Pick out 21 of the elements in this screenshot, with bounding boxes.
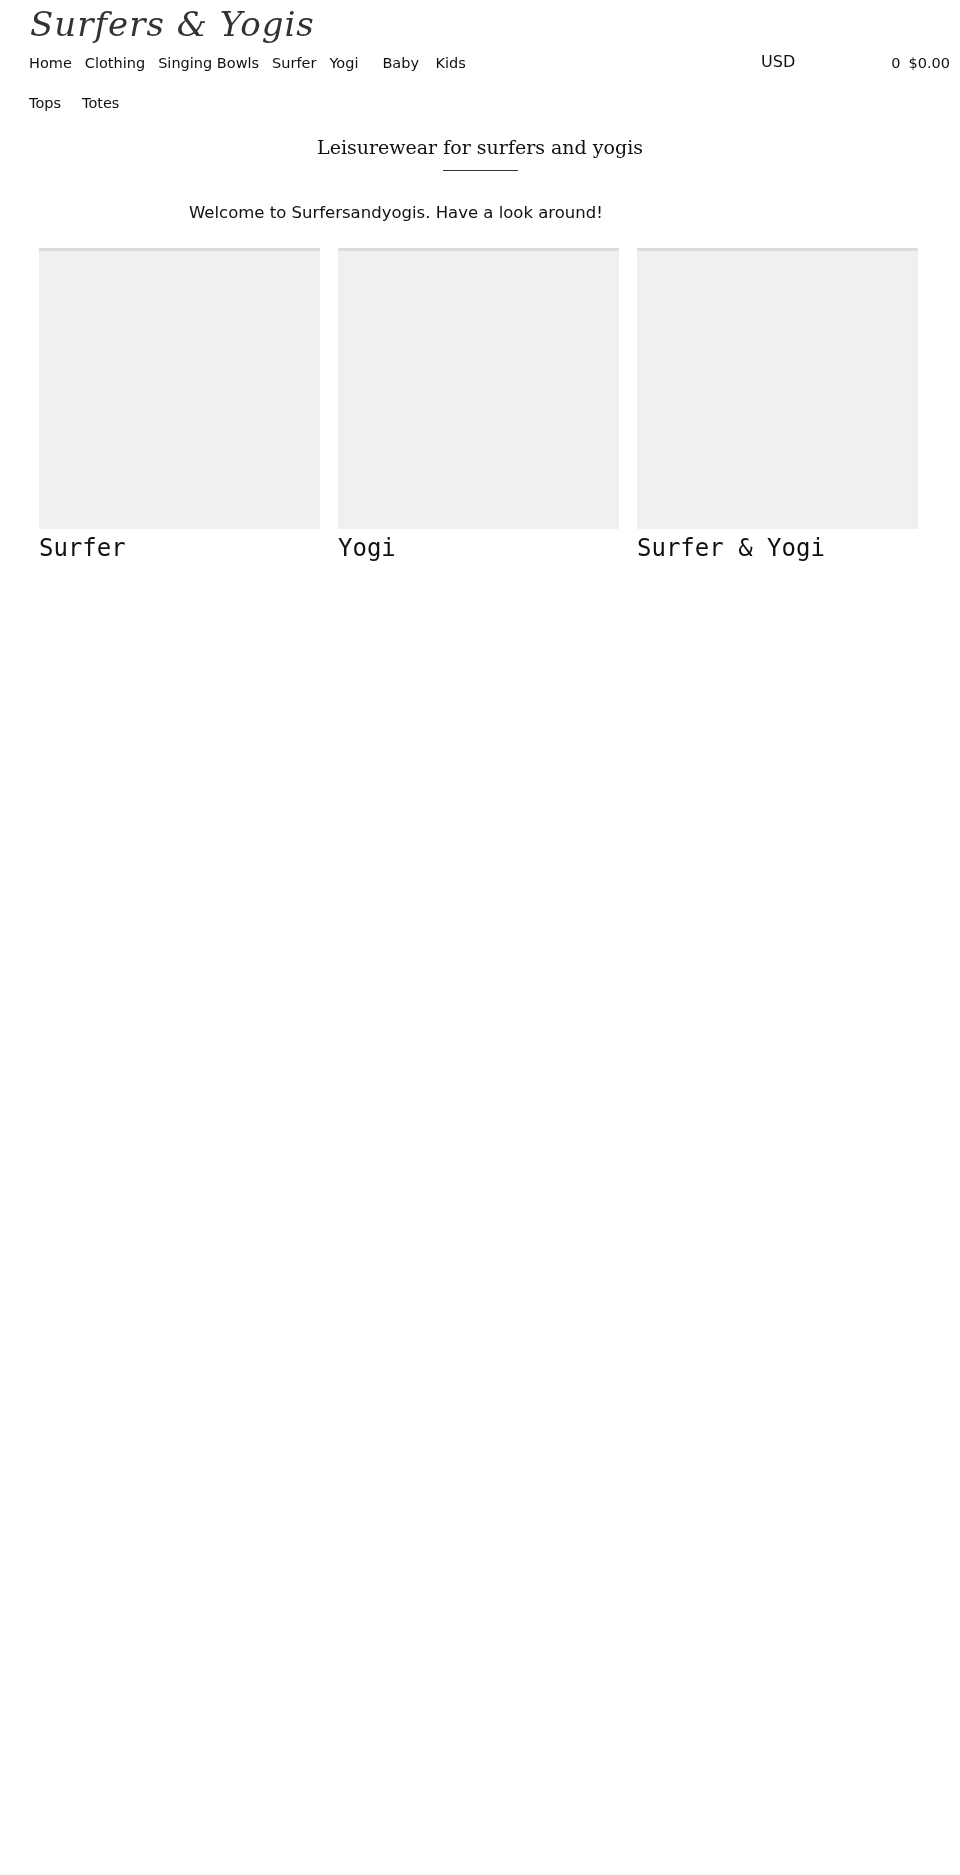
nav-link[interactable]: Kids xyxy=(435,52,489,92)
nav-link[interactable]: Clothing xyxy=(84,52,159,92)
image-placeholder[interactable] xyxy=(39,248,320,529)
cart-total[interactable]: $0.00 xyxy=(908,52,950,74)
image-placeholder[interactable] xyxy=(338,248,619,529)
image-placeholder[interactable] xyxy=(637,248,918,529)
collection-title[interactable]: Surfer xyxy=(39,534,126,562)
nav-link[interactable]: Home xyxy=(29,52,85,92)
nav-link[interactable]: Surfer xyxy=(272,52,330,92)
nav-link[interactable]: Totes xyxy=(82,92,135,132)
collection-title[interactable]: Surfer & Yogi xyxy=(637,534,825,562)
nav-link[interactable]: Singing Bowls xyxy=(158,52,273,92)
welcome-text: Welcome to Surfersandyogis. Have a look around! xyxy=(189,203,604,222)
nav-link[interactable]: Yogi xyxy=(329,52,383,92)
page-title: Leisurewear for surfers and yogis xyxy=(316,136,644,158)
nav-link[interactable]: Baby xyxy=(382,52,436,92)
logo[interactable]: Surfers & Yogis xyxy=(30,4,315,44)
cart-count[interactable]: 0 xyxy=(891,52,901,74)
currency-selector[interactable]: USD xyxy=(761,52,796,72)
nav-link[interactable]: Tops xyxy=(29,92,82,132)
collection-title[interactable]: Yogi xyxy=(338,534,396,562)
